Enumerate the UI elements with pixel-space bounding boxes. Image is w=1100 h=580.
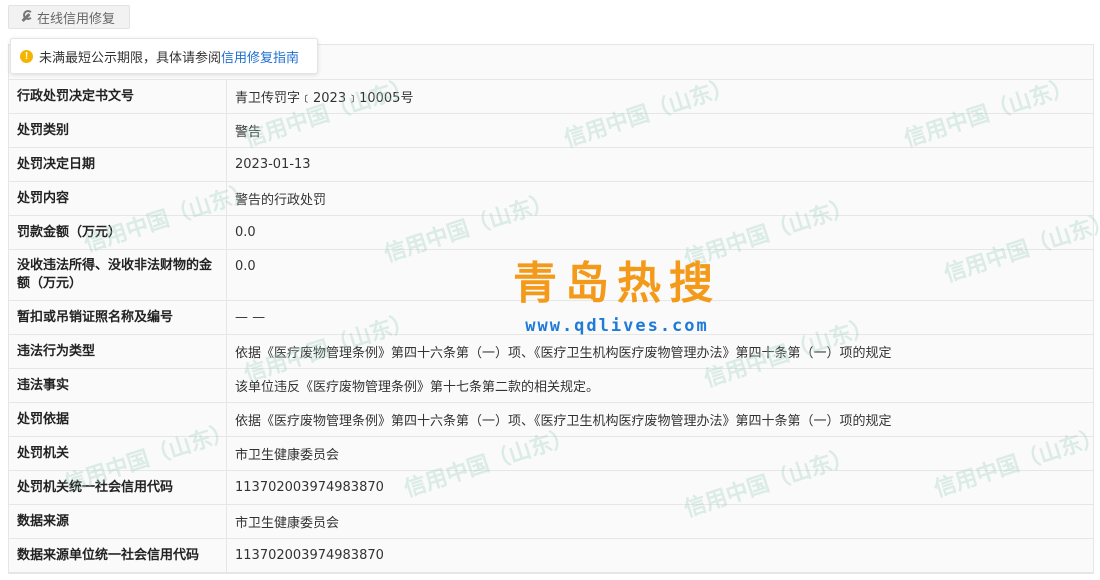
row-label: 处罚决定日期 [9, 148, 227, 181]
wrench-icon [19, 10, 33, 24]
table-row: 处罚机关 市卫生健康委员会 [9, 437, 1093, 471]
warning-icon: ! [20, 49, 33, 63]
table-row: 没收违法所得、没收非法财物的金额（万元） 0.0 [9, 250, 1093, 301]
table-row: 暂扣或吊销证照名称及编号 — — [9, 301, 1093, 335]
row-value: 113702003974983870 [235, 480, 384, 495]
row-value: 0.0 [235, 225, 256, 240]
row-label: 暂扣或吊销证照名称及编号 [9, 301, 227, 334]
table-row: 处罚机关统一社会信用代码 113702003974983870 [9, 471, 1093, 505]
row-value: 该单位违反《医疗废物管理条例》第十七条第二款的相关规定。 [235, 380, 600, 395]
row-label: 处罚机关统一社会信用代码 [9, 471, 227, 504]
row-label: 行政处罚决定书文号 [9, 80, 227, 113]
row-value: 依据《医疗废物管理条例》第四十六条第（一）项、《医疗卫生机构医疗废物管理办法》第… [235, 414, 892, 429]
row-label: 处罚依据 [9, 403, 227, 436]
table-row: 数据来源单位统一社会信用代码 113702003974983870 [9, 539, 1093, 573]
row-label: 违法事实 [9, 369, 227, 402]
table-row: 罚款金额（万元） 0.0 [9, 216, 1093, 250]
row-value: 2023-01-13 [235, 157, 311, 172]
row-value: 依据《医疗废物管理条例》第四十六条第（一）项、《医疗卫生机构医疗废物管理办法》第… [235, 346, 892, 361]
penalty-detail-table: 行政处罚决定书文号 青卫传罚字﹝2023﹞10005号 处罚类别 警告 处罚决定… [8, 44, 1094, 574]
row-label: 违法行为类型 [9, 335, 227, 368]
online-credit-repair-label: 在线信用修复 [37, 11, 116, 27]
table-row: 数据来源 市卫生健康委员会 [9, 505, 1093, 539]
row-label: 处罚内容 [9, 182, 227, 215]
row-value: 市卫生健康委员会 [235, 448, 340, 463]
row-label: 处罚类别 [9, 114, 227, 147]
row-label: 数据来源单位统一社会信用代码 [9, 539, 227, 572]
row-label: 没收违法所得、没收非法财物的金额（万元） [9, 250, 227, 300]
table-row: 处罚依据 依据《医疗废物管理条例》第四十六条第（一）项、《医疗卫生机构医疗废物管… [9, 403, 1093, 437]
table-row: 违法事实 该单位违反《医疗废物管理条例》第十七条第二款的相关规定。 [9, 369, 1093, 403]
table-row: 违法行为类型 依据《医疗废物管理条例》第四十六条第（一）项、《医疗卫生机构医疗废… [9, 335, 1093, 369]
credit-notice-tooltip: ! 未满最短公示期限，具体请参阅 信用修复指南 [10, 38, 318, 74]
row-label: 数据来源 [9, 505, 227, 538]
row-value: 0.0 [235, 259, 256, 274]
table-row: 行政处罚决定书文号 青卫传罚字﹝2023﹞10005号 [9, 80, 1093, 114]
row-value: 警告的行政处罚 [235, 193, 327, 208]
table-row: 处罚内容 警告的行政处罚 [9, 182, 1093, 216]
row-value: 警告 [235, 125, 262, 140]
row-value: 市卫生健康委员会 [235, 516, 340, 531]
table-row: 处罚类别 警告 [9, 114, 1093, 148]
row-value: — — [235, 310, 266, 325]
notice-text: 未满最短公示期限，具体请参阅 [39, 50, 222, 66]
table-row: 处罚决定日期 2023-01-13 [9, 148, 1093, 182]
row-value: 113702003974983870 [235, 548, 384, 563]
row-label: 处罚机关 [9, 437, 227, 470]
row-label: 罚款金额（万元） [9, 216, 227, 249]
row-value: 青卫传罚字﹝2023﹞10005号 [235, 91, 414, 106]
credit-repair-guide-link[interactable]: 信用修复指南 [221, 47, 299, 66]
online-credit-repair-tab[interactable]: 在线信用修复 [8, 5, 130, 29]
